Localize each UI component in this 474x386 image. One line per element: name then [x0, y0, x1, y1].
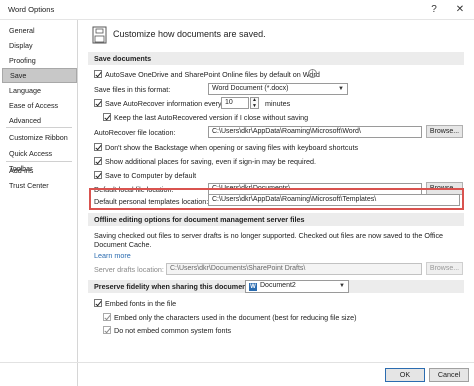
- default-templates-location-input[interactable]: C:\Users\dkr\AppData\Roaming\Microsoft\T…: [208, 194, 460, 206]
- autorecover-browse-button[interactable]: Browse...: [426, 125, 463, 138]
- keep-last-version-label: Keep the last AutoRecovered version if I…: [114, 113, 309, 122]
- minutes-label: minutes: [265, 99, 291, 108]
- format-label: Save files in this format:: [94, 85, 171, 94]
- autorecover-location-input[interactable]: C:\Users\dkr\AppData\Roaming\Microsoft\W…: [208, 126, 422, 138]
- server-drafts-label: Server drafts location:: [94, 265, 164, 274]
- autorecover-checkbox[interactable]: [94, 99, 102, 107]
- save-to-computer-checkbox[interactable]: [94, 171, 102, 179]
- additional-places-checkbox[interactable]: [94, 157, 102, 165]
- save-to-computer-label: Save to Computer by default: [105, 171, 197, 180]
- embed-fonts-label: Embed fonts in the file: [105, 299, 177, 308]
- sidebar-item-ease-of-access[interactable]: Ease of Access: [2, 98, 77, 113]
- sidebar-item-save[interactable]: Save: [2, 68, 77, 83]
- sidebar-item-proofing[interactable]: Proofing: [2, 53, 77, 68]
- preserve-fidelity-heading: Preserve fidelity when sharing this docu…: [94, 282, 252, 291]
- sidebar-item-advanced[interactable]: Advanced: [2, 113, 77, 128]
- sidebar-divider: [6, 127, 72, 128]
- autosave-label: AutoSave OneDrive and SharePoint Online …: [105, 70, 320, 79]
- autorecover-label: Save AutoRecover information every: [105, 99, 222, 108]
- title-bar: Word Options ? ✕: [0, 0, 474, 20]
- offline-description: Saving checked out files to server draft…: [94, 231, 444, 249]
- help-button[interactable]: ?: [425, 2, 443, 18]
- embed-fonts-checkbox[interactable]: [94, 299, 102, 307]
- sidebar-item-general[interactable]: General: [2, 23, 77, 38]
- section-save-documents: Save documents: [88, 52, 464, 65]
- chevron-down-icon: ▼: [339, 283, 345, 289]
- autosave-checkbox[interactable]: [94, 70, 102, 78]
- format-select[interactable]: Word Document (*.docx) ▼: [208, 83, 348, 95]
- sidebar-item-add-ins[interactable]: Add-ins: [2, 163, 77, 178]
- no-common-fonts-label: Do not embed common system fonts: [114, 326, 232, 335]
- sidebar: General Display Proofing Save Language E…: [0, 20, 78, 386]
- sidebar-item-language[interactable]: Language: [2, 83, 77, 98]
- page-title: Customize how documents are saved.: [113, 29, 266, 39]
- ok-button[interactable]: OK: [385, 368, 425, 382]
- backstage-label: Don't show the Backstage when opening or…: [105, 143, 359, 152]
- save-document-icon: [92, 26, 107, 44]
- close-button[interactable]: ✕: [451, 2, 469, 18]
- document-select[interactable]: W Document2 ▼: [245, 280, 349, 293]
- section-offline-editing: Offline editing options for document man…: [88, 213, 464, 226]
- backstage-checkbox[interactable]: [94, 143, 102, 151]
- info-icon[interactable]: i: [308, 69, 317, 78]
- autorecover-minutes-input[interactable]: 10: [221, 97, 249, 109]
- sidebar-item-display[interactable]: Display: [2, 38, 77, 53]
- chevron-down-icon: ▼: [338, 86, 344, 92]
- format-select-value: Word Document (*.docx): [212, 85, 289, 92]
- server-drafts-browse-button[interactable]: Browse...: [426, 262, 463, 275]
- default-templates-location-label: Default personal templates location:: [94, 197, 209, 206]
- sidebar-item-trust-center[interactable]: Trust Center: [2, 178, 77, 193]
- sidebar-item-quick-access-toolbar[interactable]: Quick Access Toolbar: [2, 146, 77, 173]
- footer-divider: [0, 362, 474, 363]
- cancel-button[interactable]: Cancel: [429, 368, 469, 382]
- autorecover-location-label: AutoRecover file location:: [94, 128, 176, 137]
- word-document-icon: W: [249, 283, 257, 291]
- embed-only-used-checkbox[interactable]: [103, 313, 111, 321]
- server-drafts-input[interactable]: C:\Users\dkr\Documents\SharePoint Drafts…: [166, 263, 422, 275]
- sidebar-divider: [6, 161, 72, 162]
- window-title: Word Options: [8, 5, 55, 14]
- keep-last-version-checkbox[interactable]: [103, 113, 111, 121]
- minutes-stepper[interactable]: ▲ ▼: [250, 97, 259, 109]
- learn-more-link[interactable]: Learn more: [94, 251, 131, 260]
- additional-places-label: Show additional places for saving, even …: [105, 157, 316, 166]
- no-common-fonts-checkbox[interactable]: [103, 326, 111, 334]
- sidebar-item-customize-ribbon[interactable]: Customize Ribbon: [2, 130, 77, 145]
- document-select-value: Document2: [260, 282, 296, 289]
- stepper-down-icon[interactable]: ▼: [252, 103, 257, 109]
- embed-only-used-label: Embed only the characters used in the do…: [114, 313, 357, 322]
